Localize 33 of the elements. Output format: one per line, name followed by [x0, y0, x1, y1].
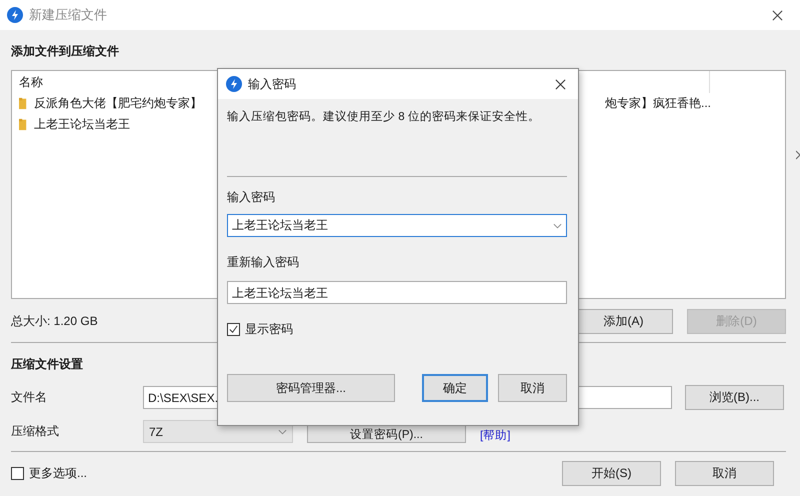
dialog-description: 输入压缩包密码。建议使用至少 8 位的密码来保证安全性。: [227, 109, 541, 125]
footer-button[interactable]: 取消: [675, 461, 774, 486]
field-label: 压缩格式: [11, 423, 60, 440]
chevron-down-icon: [553, 222, 562, 228]
field-label: 文件名: [11, 389, 48, 406]
dialog-title: 输入密码: [248, 76, 296, 92]
field-label: 输入密码: [227, 189, 276, 205]
section-heading: 压缩文件设置: [11, 356, 84, 373]
file-name[interactable]: 上老王论坛当老王: [34, 116, 130, 133]
chevron-down-icon: [278, 428, 287, 434]
footer-button[interactable]: 开始(S): [562, 461, 661, 486]
close-icon[interactable]: [555, 78, 566, 90]
browse-button[interactable]: 浏览(B)...: [685, 385, 784, 410]
more-options-checkbox[interactable]: 更多选项...: [11, 465, 88, 482]
app-logo-icon: [7, 7, 23, 23]
file-name[interactable]: 炮专家】疯狂香艳...: [604, 95, 711, 112]
password-combobox[interactable]: 上老王论坛当老王: [227, 214, 567, 237]
total-size: 总大小: 1.20 GB: [11, 313, 98, 330]
folder-icon: [19, 118, 27, 131]
ok-button[interactable]: 确定: [422, 374, 488, 402]
file-name[interactable]: 反派角色大佬【肥宅约炮专家】: [34, 95, 202, 112]
section-heading: 添加文件到压缩文件: [11, 43, 120, 60]
close-icon[interactable]: [772, 10, 783, 20]
app-logo-icon: [226, 76, 242, 92]
show-password-checkbox[interactable]: 显示密码: [227, 321, 567, 338]
password-manager-button[interactable]: 密码管理器...: [227, 374, 395, 402]
folder-icon: [19, 97, 27, 110]
field-label: 重新输入密码: [227, 254, 300, 270]
checkmark-icon: [228, 324, 239, 335]
cancel-button[interactable]: 取消: [498, 374, 567, 402]
window-title: 新建压缩文件: [29, 6, 107, 24]
password-field[interactable]: 上老王论坛当老王: [227, 281, 567, 304]
chevron-icon[interactable]: [796, 150, 800, 160]
